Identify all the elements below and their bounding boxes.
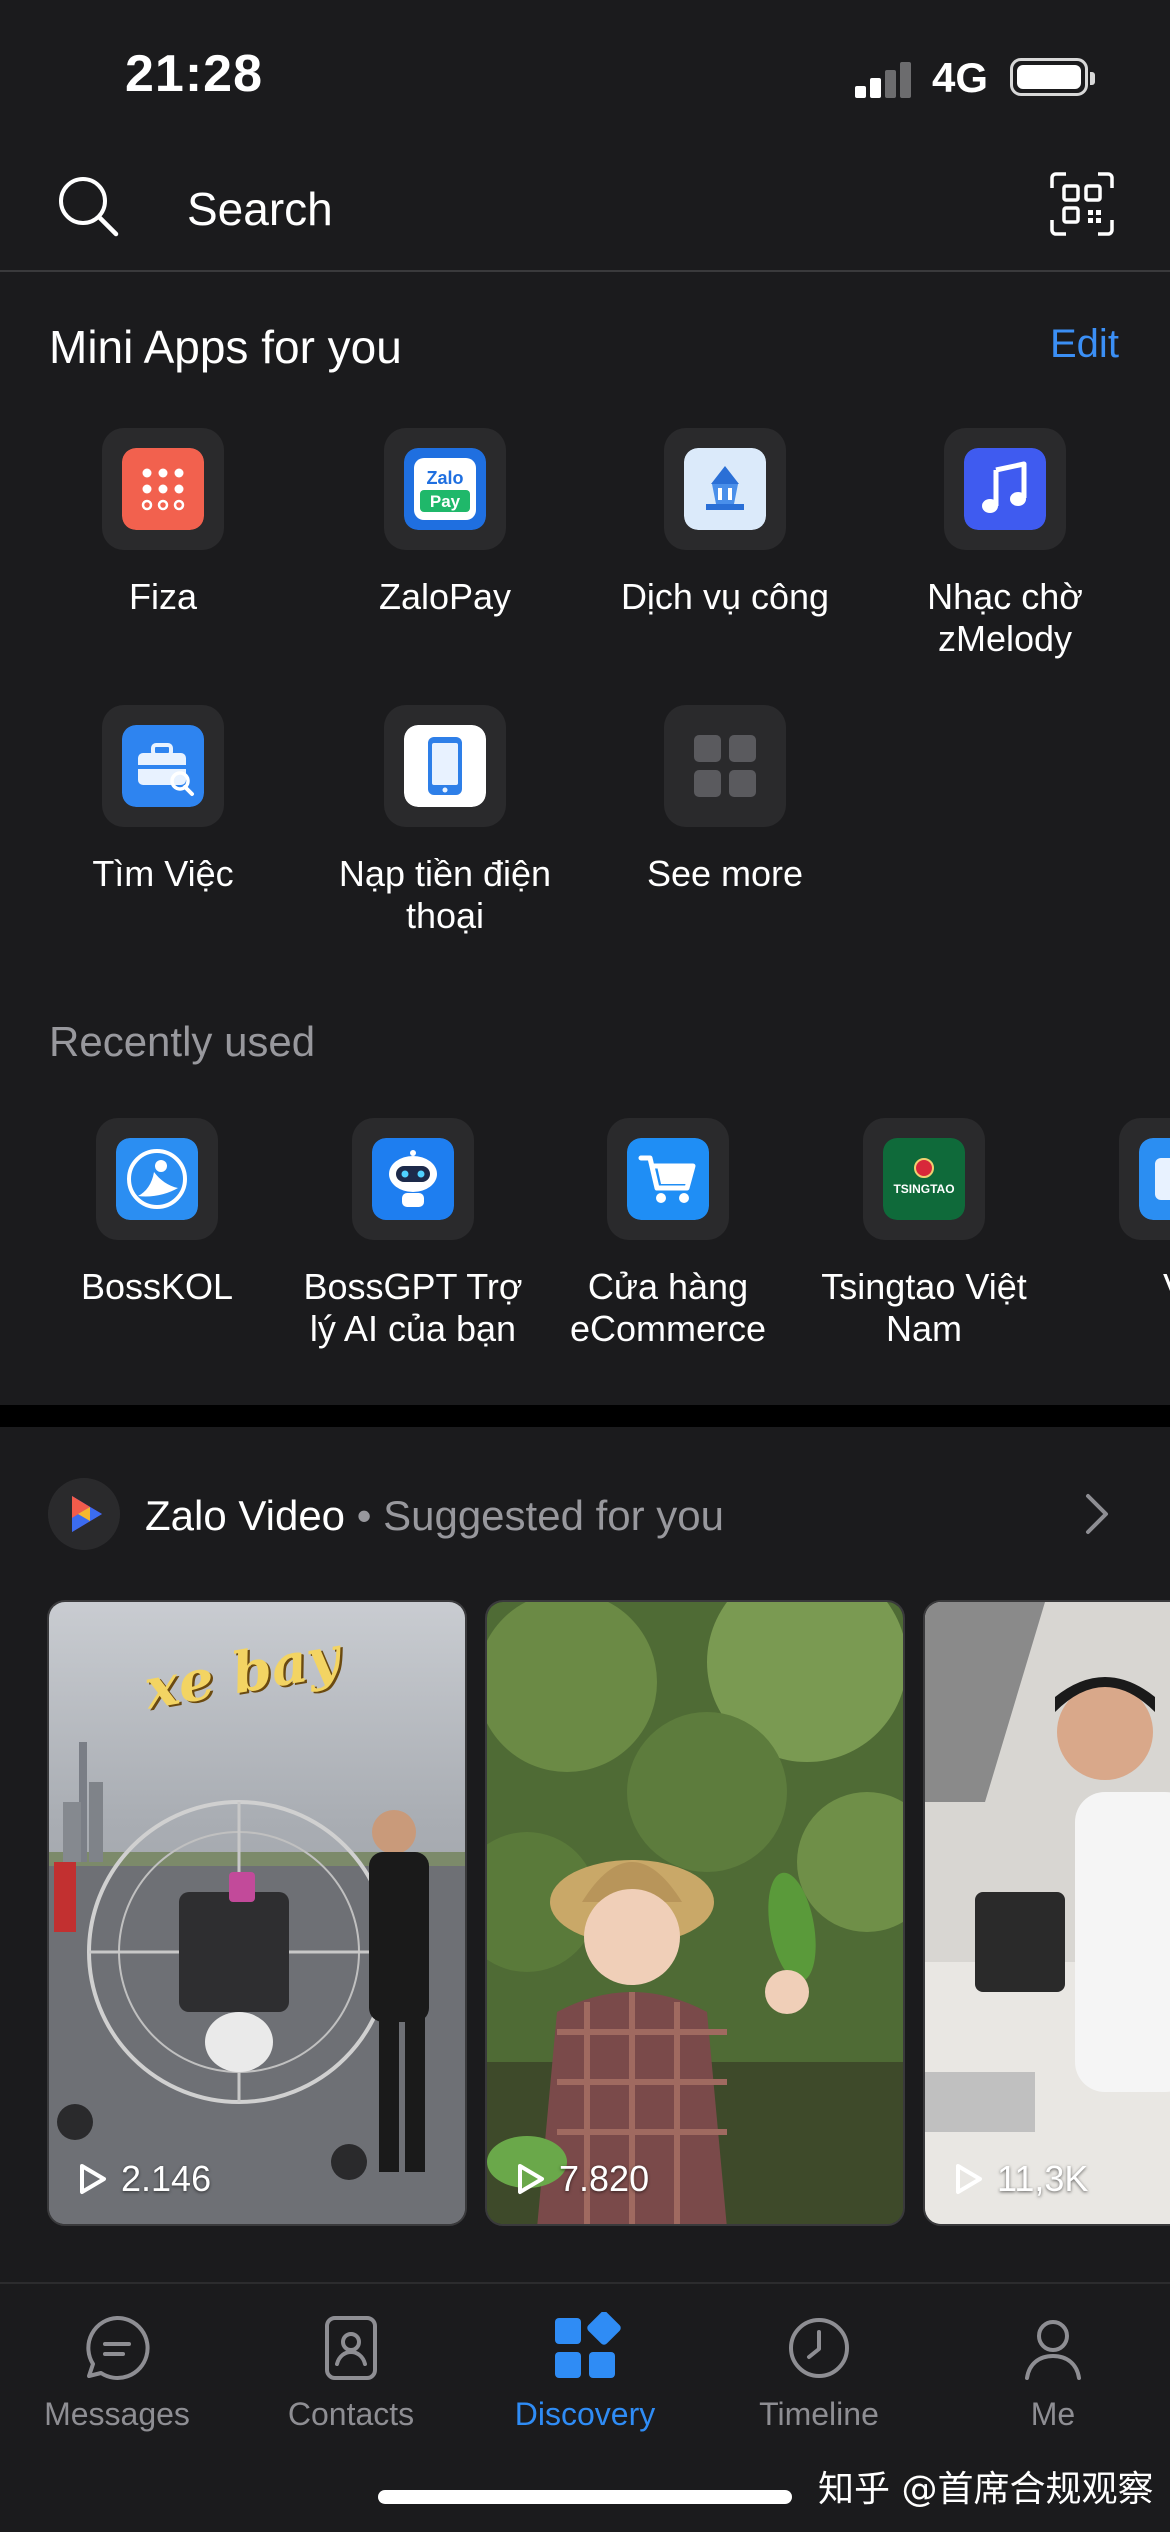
mini-app-dich-vu-cong[interactable]: Dịch vụ công bbox=[600, 428, 850, 618]
zalo-video-subtitle: Suggested for you bbox=[383, 1492, 724, 1539]
recent-app-label: Cửa hàng eCommerce bbox=[569, 1266, 767, 1349]
title-separator: • bbox=[345, 1492, 384, 1539]
mini-app-label: Dịch vụ công bbox=[620, 576, 830, 617]
signal-strength-icon bbox=[855, 60, 913, 98]
recent-app-label: BossKOL bbox=[80, 1266, 234, 1307]
recent-app-label: BossGPT Trợ lý AI của bạn bbox=[303, 1266, 523, 1349]
contact-card-icon bbox=[325, 2316, 377, 2380]
mini-app-label: See more bbox=[646, 853, 804, 894]
mini-app-label: Fiza bbox=[128, 576, 197, 617]
edit-mini-apps-link[interactable]: Edit bbox=[1050, 322, 1119, 367]
play-icon bbox=[956, 2164, 982, 2194]
tab-label: Me bbox=[1030, 2396, 1076, 2432]
play-icon bbox=[80, 2164, 106, 2194]
network-type: 4G bbox=[932, 54, 989, 101]
public-service-icon bbox=[684, 448, 766, 530]
mini-app-zalopay[interactable]: Zalo Pay ZaloPay bbox=[320, 428, 570, 618]
section-divider bbox=[0, 1405, 1170, 1427]
phone-icon bbox=[404, 725, 486, 807]
fiza-icon bbox=[122, 448, 204, 530]
mini-app-label: Nạp tiền điện thoại bbox=[338, 853, 552, 936]
zalopay-icon: Zalo Pay bbox=[404, 448, 486, 530]
grid-icon bbox=[694, 735, 756, 797]
recent-app-label: Ví bbox=[1055, 1266, 1170, 1308]
music-note-icon bbox=[964, 448, 1046, 530]
robot-icon bbox=[372, 1138, 454, 1220]
tab-contacts[interactable]: Contacts bbox=[234, 2312, 468, 2433]
mini-app-zmelody[interactable]: Nhạc chờ zMelody bbox=[880, 428, 1130, 660]
tab-discovery[interactable]: Discovery bbox=[468, 2312, 702, 2433]
view-count: 2.146 bbox=[121, 2158, 212, 2199]
video-view-count: 2.146 bbox=[79, 2158, 211, 2200]
tab-me[interactable]: Me bbox=[936, 2312, 1170, 2433]
tab-label: Contacts bbox=[287, 2396, 415, 2432]
search-input[interactable]: Search bbox=[187, 182, 333, 236]
tab-timeline[interactable]: Timeline bbox=[702, 2312, 936, 2433]
mini-app-fiza[interactable]: Fiza bbox=[38, 428, 288, 618]
svg-text:Zalo: Zalo bbox=[426, 468, 463, 488]
mini-app-label: ZaloPay bbox=[378, 576, 512, 617]
person-icon bbox=[1025, 2320, 1081, 2380]
video-thumbnail bbox=[925, 1602, 1170, 2224]
video-thumbnail bbox=[487, 1602, 903, 2224]
discovery-screen: 21:28 4G Search Mini Apps for you Edit F… bbox=[0, 0, 1170, 2532]
video-card[interactable]: xe bay 2.146 bbox=[47, 1600, 467, 2226]
recent-app-bosskol[interactable]: BossKOL bbox=[32, 1118, 282, 1308]
cart-icon bbox=[627, 1138, 709, 1220]
video-view-count: 11,3K bbox=[955, 2158, 1088, 2200]
watermark-text: 知乎 @首席合规观察 bbox=[818, 2469, 1154, 2510]
qr-scan-icon[interactable] bbox=[1050, 172, 1114, 236]
wallet-icon bbox=[1139, 1138, 1170, 1220]
mini-app-nap-tien[interactable]: Nạp tiền điện thoại bbox=[320, 705, 570, 937]
zalo-video-title: Zalo Video • Suggested for you bbox=[145, 1492, 724, 1540]
battery-icon bbox=[1010, 58, 1095, 96]
search-bar[interactable]: Search bbox=[0, 140, 1170, 272]
recent-app-ecommerce[interactable]: Cửa hàng eCommerce bbox=[543, 1118, 793, 1350]
video-view-count: 7.820 bbox=[517, 2158, 649, 2200]
recent-app-bossgpt[interactable]: BossGPT Trợ lý AI của bạn bbox=[288, 1118, 538, 1350]
recent-app-vi[interactable]: Ví bbox=[1055, 1118, 1170, 1308]
mini-app-label: Nhạc chờ zMelody bbox=[927, 576, 1083, 659]
see-more-button[interactable]: See more bbox=[600, 705, 850, 895]
video-card[interactable]: 11,3K bbox=[923, 1600, 1170, 2226]
tab-label: Discovery bbox=[514, 2396, 656, 2432]
status-time: 21:28 bbox=[125, 45, 263, 103]
svg-text:Pay: Pay bbox=[430, 492, 461, 511]
tab-label: Messages bbox=[44, 2396, 190, 2432]
discovery-grid-icon bbox=[555, 2312, 621, 2378]
zalo-video-name: Zalo Video bbox=[145, 1492, 346, 1539]
tab-label: Timeline bbox=[759, 2396, 879, 2432]
svg-text:TSINGTAO: TSINGTAO bbox=[893, 1182, 954, 1196]
recently-used-title: Recently used bbox=[49, 1018, 316, 1065]
chevron-right-icon[interactable] bbox=[1082, 1492, 1112, 1536]
status-bar: 21:28 4G bbox=[0, 0, 1170, 140]
search-icon[interactable] bbox=[56, 174, 120, 238]
tab-messages[interactable]: Messages bbox=[0, 2312, 234, 2433]
home-indicator[interactable] bbox=[378, 2490, 792, 2504]
recent-app-tsingtao[interactable]: TSINGTAO Tsingtao Việt Nam bbox=[799, 1118, 1049, 1350]
play-icon bbox=[518, 2164, 544, 2194]
tsingtao-icon: TSINGTAO bbox=[883, 1138, 965, 1220]
zalo-video-logo-icon bbox=[48, 1478, 120, 1550]
view-count: 11,3K bbox=[997, 2158, 1089, 2199]
mini-app-tim-viec[interactable]: Tìm Việc bbox=[38, 705, 288, 895]
zalo-video-header[interactable]: Zalo Video • Suggested for you bbox=[0, 1470, 1170, 1560]
chat-bubble-icon bbox=[86, 2315, 150, 2380]
clock-icon bbox=[789, 2318, 849, 2378]
bosskol-icon bbox=[116, 1138, 198, 1220]
mini-apps-title: Mini Apps for you bbox=[49, 321, 402, 373]
recent-app-label: Tsingtao Việt Nam bbox=[821, 1266, 1027, 1349]
video-card[interactable]: 7.820 bbox=[485, 1600, 905, 2226]
view-count: 7.820 bbox=[559, 2158, 650, 2199]
mini-app-label: Tìm Việc bbox=[92, 853, 234, 894]
briefcase-icon bbox=[122, 725, 204, 807]
